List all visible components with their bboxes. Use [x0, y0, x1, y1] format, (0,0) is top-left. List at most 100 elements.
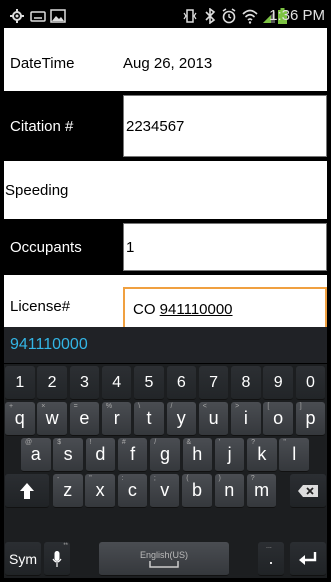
key-hint: ×: [41, 403, 46, 410]
key-label: k: [257, 444, 267, 464]
key-hint: ": [89, 475, 92, 482]
key-s[interactable]: $ s: [53, 438, 83, 472]
key-label: a: [30, 444, 41, 464]
key-label: z: [63, 480, 73, 500]
key-hint: [: [267, 403, 270, 410]
key-m[interactable]: ? m: [246, 474, 277, 508]
key-label: v: [160, 480, 170, 500]
key-l[interactable]: " l: [279, 438, 309, 472]
key-hint: =: [73, 403, 78, 410]
sym-key[interactable]: Sym: [5, 542, 41, 576]
key-hint: -: [57, 475, 60, 482]
key-v[interactable]: ; v: [149, 474, 180, 508]
key-hint: ): [218, 475, 221, 482]
key-n[interactable]: ) n: [214, 474, 245, 508]
license-field[interactable]: CO 941110000: [123, 287, 327, 327]
key-r[interactable]: % r: [101, 402, 132, 436]
key-label: m: [254, 480, 270, 500]
key-9[interactable]: 9: [263, 366, 293, 400]
key-z[interactable]: -z: [53, 474, 83, 508]
occupants-field[interactable]: 1: [123, 223, 327, 271]
key-hint: ': [218, 439, 221, 446]
key-hint: ;: [153, 475, 156, 482]
violation-field[interactable]: Speeding: [4, 165, 327, 215]
key-label: 9: [273, 373, 283, 391]
key-4[interactable]: 4: [101, 366, 132, 400]
citation-field[interactable]: 2234567: [123, 95, 327, 157]
key-k[interactable]: ? k: [247, 438, 277, 472]
key-i[interactable]: > i: [231, 402, 261, 436]
key-label: f: [130, 444, 136, 464]
microphone-icon: [52, 550, 62, 567]
key-j[interactable]: ' j: [214, 438, 245, 472]
key-h[interactable]: & h: [182, 438, 213, 472]
key-hint: <: [202, 403, 207, 410]
key-6[interactable]: 6: [166, 366, 197, 400]
key-e[interactable]: = e: [69, 402, 100, 436]
key-w[interactable]: × w: [37, 402, 67, 436]
datetime-value[interactable]: Aug 26, 2013: [123, 40, 212, 87]
key-label: b: [191, 480, 202, 500]
key-label: g: [159, 444, 170, 464]
key-2[interactable]: 2: [37, 366, 67, 400]
key-1[interactable]: 1: [5, 366, 35, 400]
key-hint: ": [283, 439, 286, 446]
key-label: j: [227, 444, 232, 464]
space-key[interactable]: English(US): [99, 542, 229, 576]
enter-icon: [299, 551, 317, 565]
key-label: u: [208, 408, 219, 428]
key-hint: ?: [250, 475, 255, 482]
key-label: e: [79, 408, 90, 428]
datetime-label: DateTime: [10, 55, 75, 72]
key-u[interactable]: < u: [198, 402, 229, 436]
key-a[interactable]: @ a: [21, 438, 51, 472]
enter-key[interactable]: [290, 542, 326, 576]
key-b[interactable]: (b: [182, 474, 212, 508]
clock: 1:36 PM: [269, 7, 325, 24]
key-x[interactable]: " x: [85, 474, 115, 508]
period-key[interactable]: ... .: [258, 542, 284, 576]
key-g[interactable]: / g: [150, 438, 180, 472]
key-8[interactable]: 8: [231, 366, 261, 400]
key-7[interactable]: 7: [198, 366, 229, 400]
key-label: h: [192, 444, 203, 464]
key-hint: /: [170, 403, 173, 410]
backspace-key[interactable]: [290, 474, 326, 508]
shift-key[interactable]: [5, 474, 49, 508]
license-row: License# CO 941110000: [4, 275, 327, 327]
key-label: 6: [176, 373, 186, 391]
key-label: x: [95, 480, 105, 500]
suggestion-word[interactable]: 941110000: [4, 336, 88, 354]
key-o[interactable]: [o: [263, 402, 293, 436]
key-f[interactable]: # f: [117, 438, 148, 472]
space-bar-icon: [149, 560, 179, 568]
key-q[interactable]: + q: [5, 402, 35, 436]
citation-label: Citation #: [4, 91, 123, 161]
key-label: n: [224, 480, 235, 500]
soft-keyboard: 941110000 1 2 3 4 5 6 7 8 9 0 + q × w = e% r \ t / y < u > i[o] p…: [4, 327, 327, 578]
key-hint: \: [138, 403, 141, 410]
key-5[interactable]: 5: [134, 366, 164, 400]
key-0[interactable]: 0: [295, 366, 326, 400]
key-label: l: [292, 444, 297, 464]
key-hint: #: [121, 439, 126, 446]
key-t[interactable]: \ t: [134, 402, 164, 436]
key-label: o: [273, 408, 284, 428]
key-y[interactable]: / y: [166, 402, 197, 436]
key-label: y: [176, 408, 186, 428]
gps-icon: [10, 9, 24, 23]
key-hint: /: [154, 439, 157, 446]
key-3[interactable]: 3: [69, 366, 100, 400]
alarm-icon: [222, 8, 236, 24]
key-hint: >: [235, 403, 240, 410]
occupants-label: Occupants: [4, 219, 123, 275]
key-label: t: [146, 408, 152, 428]
key-d[interactable]: ! d: [85, 438, 116, 472]
key-c[interactable]: :c: [117, 474, 148, 508]
key-hint: %: [105, 403, 113, 410]
key-label: 2: [47, 373, 57, 391]
voice-input-key[interactable]: **: [44, 542, 70, 576]
key-p[interactable]: ] p: [295, 402, 326, 436]
bluetooth-icon: [205, 8, 216, 24]
key-label: d: [95, 444, 106, 464]
